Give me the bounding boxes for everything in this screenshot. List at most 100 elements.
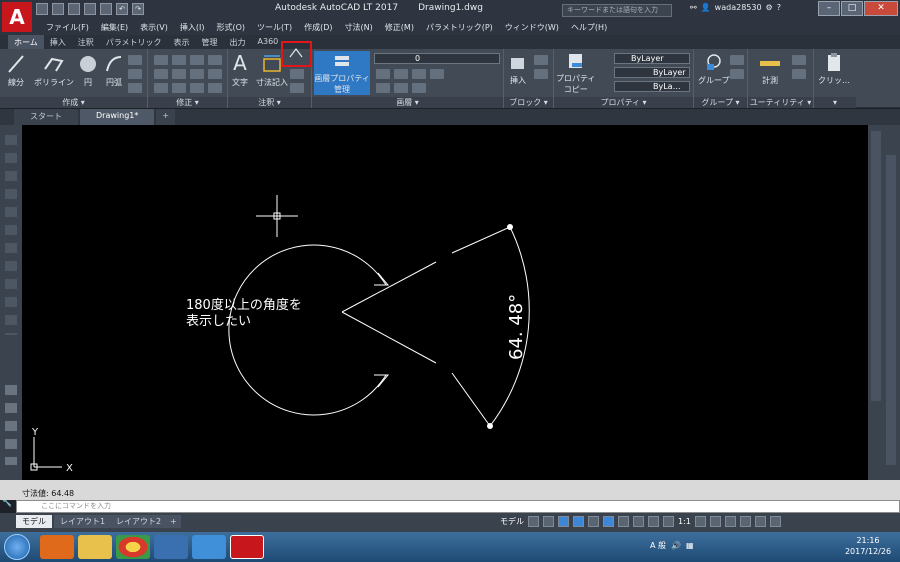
polyline-button[interactable]: ポリライン	[34, 53, 74, 88]
tab-view[interactable]: 表示	[168, 35, 196, 49]
layer-isolate-icon[interactable]	[394, 69, 408, 79]
media-player-icon[interactable]	[40, 535, 74, 559]
application-menu-button[interactable]: A	[2, 2, 32, 32]
properties-palette[interactable]	[868, 125, 900, 480]
tab-annotate[interactable]: 注釈	[72, 35, 100, 49]
layer-previous-icon[interactable]	[394, 83, 408, 93]
redo-icon[interactable]: ↷	[132, 3, 144, 15]
modify-tools-strip[interactable]	[5, 385, 17, 465]
stretch-icon[interactable]	[154, 83, 168, 93]
units-icon[interactable]	[724, 516, 736, 527]
tab-drawing1[interactable]: Drawing1*	[80, 109, 155, 125]
add-layout-button[interactable]: +	[166, 515, 181, 528]
ime-indicator[interactable]: A 般	[650, 540, 666, 551]
layer-dropdown[interactable]: 0	[374, 53, 500, 64]
layer-freeze-icon[interactable]	[412, 69, 426, 79]
ungroup-icon[interactable]	[730, 55, 744, 65]
group-button[interactable]: グループ	[698, 51, 730, 86]
snap-icon[interactable]	[543, 516, 554, 527]
maximize-button[interactable]: □	[841, 1, 863, 16]
transparency-icon[interactable]	[633, 516, 644, 527]
lineweight-icon[interactable]	[618, 516, 629, 527]
tab-model[interactable]: モデル	[16, 515, 52, 528]
osnap-icon[interactable]	[603, 516, 614, 527]
measure-button[interactable]: 計測	[758, 53, 782, 86]
angular-dimension-icon[interactable]	[288, 47, 304, 59]
network-icon[interactable]: ▦	[686, 541, 694, 550]
draw-tools-strip[interactable]	[5, 135, 17, 335]
polar-icon[interactable]	[573, 516, 584, 527]
menu-tools[interactable]: ツール(T)	[251, 20, 298, 35]
volume-icon[interactable]: 🔊	[671, 541, 681, 550]
new-tab-button[interactable]: +	[156, 109, 176, 125]
menu-help[interactable]: ヘルプ(H)	[565, 20, 613, 35]
menu-draw[interactable]: 作成(D)	[298, 20, 338, 35]
clipboard-group-label[interactable]: ▾	[814, 97, 856, 108]
tab-output[interactable]: 出力	[224, 35, 252, 49]
insert-block-button[interactable]: 挿入	[508, 53, 528, 86]
isodraft-icon[interactable]	[588, 516, 599, 527]
save-icon[interactable]	[68, 3, 80, 15]
note-line2[interactable]: 表示したい	[186, 314, 251, 329]
menu-modify[interactable]: 修正(M)	[379, 20, 420, 35]
mirror-icon[interactable]	[172, 69, 186, 79]
plus-icon[interactable]	[709, 516, 721, 527]
tab-layout2[interactable]: レイアウト2	[110, 515, 168, 528]
minimize-button[interactable]: –	[818, 1, 840, 16]
table-icon[interactable]	[290, 83, 304, 93]
reflex-angle-arc[interactable]	[228, 244, 387, 416]
palette-strip-2[interactable]	[886, 155, 896, 465]
menu-window[interactable]: ウィンドウ(W)	[499, 20, 565, 35]
quick-select-icon[interactable]	[792, 55, 806, 65]
line-button[interactable]: 線分	[6, 53, 26, 88]
tab-layout1[interactable]: レイアウト1	[54, 515, 112, 528]
tab-parametric[interactable]: パラメトリック	[100, 35, 168, 49]
open-icon[interactable]	[52, 3, 64, 15]
menu-insert[interactable]: 挿入(I)	[174, 20, 211, 35]
groups-group-label[interactable]: グループ ▾	[694, 97, 747, 108]
grid-icon[interactable]	[528, 516, 539, 527]
color-dropdown[interactable]: ByLayer	[614, 53, 690, 64]
dimension-text[interactable]: 64. 48°	[506, 294, 527, 360]
tab-start[interactable]: スタート	[14, 109, 78, 125]
move-icon[interactable]	[154, 55, 168, 65]
workspace-gear-icon[interactable]	[694, 516, 706, 527]
layer-lock-icon[interactable]	[430, 69, 444, 79]
user-name[interactable]: wada28530	[715, 3, 762, 12]
create-block-icon[interactable]	[534, 55, 548, 65]
note-line1[interactable]: 180度以上の角度を	[186, 297, 302, 313]
explode-icon[interactable]	[208, 69, 222, 79]
tab-manage[interactable]: 管理	[196, 35, 224, 49]
block-group-label[interactable]: ブロック ▾	[504, 97, 553, 108]
menu-format[interactable]: 形式(O)	[210, 20, 251, 35]
match-properties-button[interactable]: プロパティ コピー	[556, 51, 596, 95]
menu-file[interactable]: ファイル(F)	[40, 20, 95, 35]
draw-group-label[interactable]: 作成 ▾	[0, 97, 147, 108]
dimension-grip-upper[interactable]	[507, 224, 513, 230]
ortho-icon[interactable]	[558, 516, 569, 527]
clean-screen-icon[interactable]	[754, 516, 766, 527]
erase-icon[interactable]	[208, 55, 222, 65]
save-as-icon[interactable]	[84, 3, 96, 15]
group-edit-icon[interactable]	[730, 69, 744, 79]
arc-button[interactable]: 円弧	[104, 53, 124, 88]
annotation-scale[interactable]: 1:1	[678, 517, 691, 526]
scale-icon[interactable]	[172, 83, 186, 93]
exchange-icon[interactable]: ⚙	[766, 3, 773, 12]
user-area[interactable]: ⚯ 👤 wada28530 ⚙ ?	[690, 3, 781, 12]
layer-match-icon[interactable]	[376, 83, 390, 93]
drawing-canvas[interactable]: 64. 48° 180度以上の角度を 表示したい Y X	[22, 125, 868, 480]
circle-button[interactable]: 円	[78, 53, 98, 88]
isolate-objects-icon[interactable]	[739, 516, 751, 527]
trim-icon[interactable]	[190, 55, 204, 65]
print-icon[interactable]	[100, 3, 112, 15]
copy-icon[interactable]	[154, 69, 168, 79]
array-icon[interactable]	[190, 83, 204, 93]
layer-walk-icon[interactable]	[412, 83, 426, 93]
autocad-taskbar-icon[interactable]	[230, 535, 264, 559]
angle-line-lower[interactable]	[341, 311, 437, 364]
tab-home[interactable]: ホーム	[8, 35, 44, 49]
thunderbird-icon[interactable]	[154, 535, 188, 559]
clock[interactable]: 21:16 2017/12/26	[838, 535, 898, 557]
offset-icon[interactable]	[208, 83, 222, 93]
